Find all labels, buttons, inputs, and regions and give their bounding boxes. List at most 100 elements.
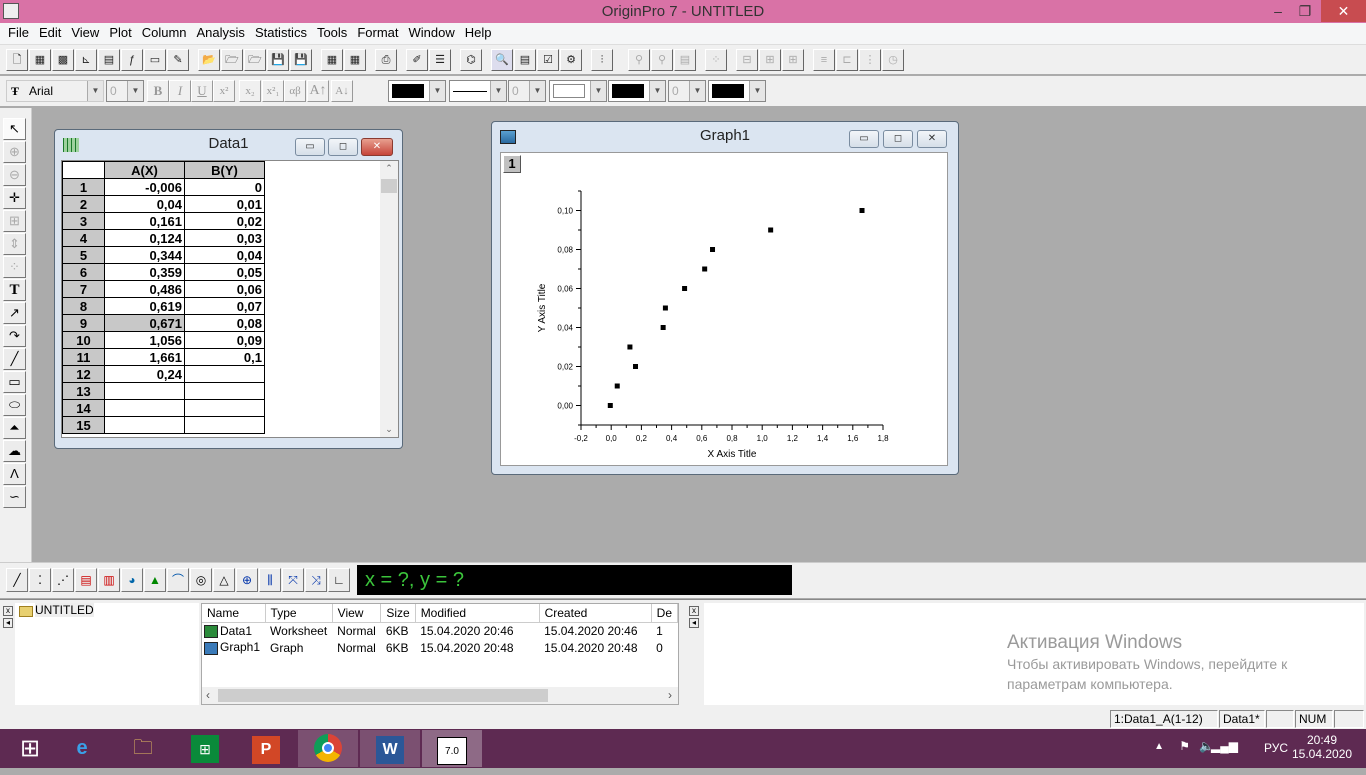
ternary-chart-icon[interactable]: △ [213, 568, 235, 592]
col-modified[interactable]: Modified [415, 604, 540, 623]
row-header[interactable]: 12 [62, 365, 105, 383]
scroll-left-icon[interactable]: ‹ [206, 688, 210, 702]
col-view[interactable]: View [332, 604, 382, 623]
chevron-down-icon[interactable]: ▼ [689, 81, 705, 101]
text-tool-icon[interactable]: T [3, 279, 26, 301]
menu-help[interactable]: Help [460, 23, 497, 43]
cell-a[interactable]: 1,661 [104, 348, 185, 366]
menu-edit[interactable]: Edit [34, 23, 66, 43]
freehand-tool-icon[interactable]: ∽ [3, 486, 26, 508]
close-icon[interactable]: x [3, 606, 13, 616]
refresh-icon[interactable]: ✐ [406, 49, 428, 71]
open-icon[interactable]: 📂 [198, 49, 220, 71]
arrow-tool-icon[interactable]: ↗ [3, 302, 26, 324]
stack-icon[interactable]: ≡ [813, 49, 835, 71]
close-button[interactable]: ✕ [1321, 0, 1366, 22]
bold-button[interactable]: B [147, 80, 169, 102]
cell-a[interactable] [104, 399, 185, 417]
color-scale-icon[interactable]: ⋮ [859, 49, 881, 71]
cell-b[interactable]: 0 [184, 178, 265, 196]
cell-a[interactable]: 0,04 [104, 195, 185, 213]
cell-a[interactable]: 0,671 [104, 314, 185, 332]
new-function-icon[interactable]: ƒ [121, 49, 143, 71]
column-chart-icon[interactable]: ▥ [98, 568, 120, 592]
cell-b[interactable] [184, 382, 265, 400]
vector-xyxy-icon[interactable]: ⤨ [305, 568, 327, 592]
cell-a[interactable]: 0,619 [104, 297, 185, 315]
row-header[interactable]: 11 [62, 348, 105, 366]
language-indicator[interactable]: РУС [1264, 741, 1288, 755]
ellipse-tool-icon[interactable]: ⬭ [3, 394, 26, 416]
new-layout-icon[interactable]: ▭ [144, 49, 166, 71]
cell-b[interactable]: 0,01 [184, 195, 265, 213]
powerpoint-icon[interactable]: P [236, 730, 296, 767]
cell-a[interactable]: 0,24 [104, 365, 185, 383]
restore-button[interactable]: ❐ [1290, 0, 1320, 22]
increase-font-button[interactable]: A↑ [307, 80, 329, 102]
project-explorer-icon[interactable]: ⌬ [460, 49, 482, 71]
area-chart-icon[interactable]: ▲ [144, 568, 166, 592]
file-list-row[interactable]: Data1 Worksheet Normal 6KB 15.04.2020 20:46 1… [202, 622, 678, 639]
symbol-color-select[interactable]: ▼ [708, 80, 766, 102]
script-window-icon[interactable]: ☑ [537, 49, 559, 71]
save-template-icon[interactable]: 💾 [290, 49, 312, 71]
file-list-row[interactable]: Graph1 Graph Normal 6KB 15.04.2020 20:48 15.0… [202, 639, 678, 656]
network-icon[interactable]: ▂▄▆ [1211, 739, 1238, 753]
line-symbol-icon[interactable]: ⋰ [52, 568, 74, 592]
menu-analysis[interactable]: Analysis [192, 23, 250, 43]
subscript-button[interactable]: x₂ [239, 80, 261, 102]
import-multiple-icon[interactable]: ▦ [344, 49, 366, 71]
zoom-in-icon[interactable]: ⊕ [3, 141, 26, 163]
layer-4-icon[interactable]: ⊞ [782, 49, 804, 71]
row-header[interactable]: 15 [62, 416, 105, 434]
col-size[interactable]: Size [380, 604, 416, 623]
scatter-chart[interactable]: -0,2 0,0 0,2 0,4 0,6 0,8 1,0 1,2 1,4 1,6 1,8 0,00 0,… [501, 153, 947, 465]
cell-b[interactable] [184, 365, 265, 383]
cell-b[interactable]: 0,1 [184, 348, 265, 366]
zoom-tool-icon[interactable]: 🔍 [491, 49, 513, 71]
cell-b[interactable] [184, 399, 265, 417]
symbol-size-select[interactable]: 0 ▼ [668, 80, 706, 102]
clock[interactable]: 20:49 15.04.2020 [1292, 733, 1352, 761]
column-header-a[interactable]: A(X) [104, 161, 185, 179]
graph-page[interactable]: 1 -0,2 0,0 0,2 0,4 0,6 0,8 1,0 1,2 1,4 1,6 1,8 0,00… [500, 152, 948, 466]
cell-b[interactable]: 0,05 [184, 263, 265, 281]
results-log-icon[interactable]: ▤ [514, 49, 536, 71]
vertical-scrollbar[interactable]: ⌃ ⌄ [380, 161, 398, 437]
duplicate-icon[interactable]: ☰ [429, 49, 451, 71]
print-icon[interactable]: ⎙ [375, 49, 397, 71]
greek-button[interactable]: αβ [284, 80, 306, 102]
menu-view[interactable]: View [66, 23, 104, 43]
scatter-plot-icon[interactable]: ⁚ [29, 568, 51, 592]
chevron-down-icon[interactable]: ▼ [490, 81, 506, 101]
font-select[interactable]: Ŧ Arial ▼ [6, 80, 104, 102]
col-created[interactable]: Created [539, 604, 652, 623]
maximize-button[interactable]: ◻ [328, 138, 358, 156]
row-header[interactable]: 8 [62, 297, 105, 315]
polygon-tool-icon[interactable]: ⏶ [3, 417, 26, 439]
action-center-icon[interactable]: ⚑ [1179, 739, 1190, 753]
cell-b[interactable]: 0,08 [184, 314, 265, 332]
collapse-icon[interactable]: ◂ [3, 618, 13, 628]
rectangle-tool-icon[interactable]: ▭ [3, 371, 26, 393]
minimize-button[interactable]: – [1263, 0, 1293, 22]
folder-untitled[interactable]: UNTITLED [35, 603, 94, 617]
curved-arrow-icon[interactable]: ↷ [3, 325, 26, 347]
cell-a[interactable]: 0,124 [104, 229, 185, 247]
cell-a[interactable]: 1,056 [104, 331, 185, 349]
chevron-down-icon[interactable]: ▼ [127, 81, 143, 101]
row-header[interactable]: 7 [62, 280, 105, 298]
timestamp-icon[interactable]: ◷ [882, 49, 904, 71]
chevron-down-icon[interactable]: ▼ [649, 81, 665, 101]
menu-format[interactable]: Format [352, 23, 403, 43]
page-icon[interactable]: ▤ [674, 49, 696, 71]
line-tool-icon[interactable]: ╱ [3, 348, 26, 370]
cell-b[interactable]: 0,02 [184, 212, 265, 230]
data-reader-icon[interactable]: ⚲ [628, 49, 650, 71]
pie-chart-icon[interactable]: ◕ [121, 568, 143, 592]
collapse-icon[interactable]: ◂ [689, 618, 699, 628]
row-header[interactable]: 14 [62, 399, 105, 417]
menu-window[interactable]: Window [403, 23, 459, 43]
cell-b[interactable]: 0,09 [184, 331, 265, 349]
data-selector-icon[interactable]: ⚲ [651, 49, 673, 71]
